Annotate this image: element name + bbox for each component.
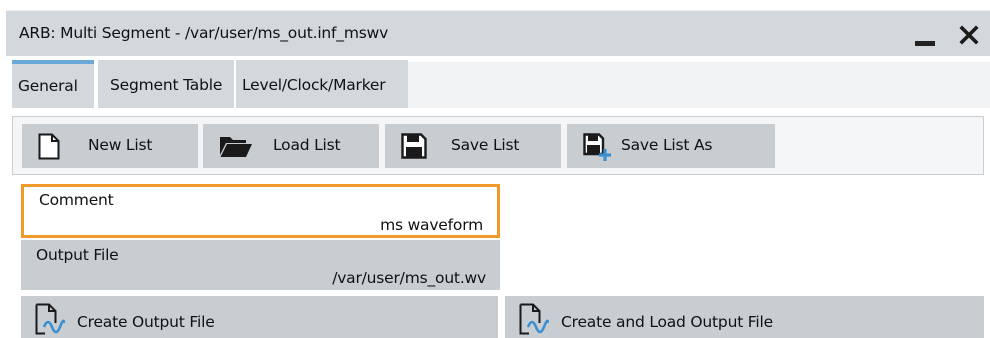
load-list-label: Load List — [273, 136, 341, 154]
window-title: ARB: Multi Segment - /var/user/ms_out.in… — [19, 24, 389, 42]
new-list-button[interactable]: New List — [22, 124, 198, 168]
output-file-field[interactable]: Output File /var/user/ms_out.wv — [21, 240, 500, 290]
comment-label: Comment — [39, 191, 114, 209]
create-and-load-output-file-button[interactable]: Create and Load Output File — [505, 296, 984, 338]
waveform-file-icon — [519, 303, 549, 335]
floppy-disk-icon — [401, 133, 427, 159]
new-document-icon — [38, 133, 60, 160]
new-list-label: New List — [88, 136, 153, 154]
save-list-as-button[interactable]: Save List As — [567, 124, 775, 168]
comment-field[interactable]: Comment ms waveform — [21, 184, 500, 238]
minimize-button[interactable] — [908, 19, 942, 49]
tab-general[interactable]: General — [12, 60, 94, 108]
folder-open-icon — [220, 137, 252, 157]
save-list-as-label: Save List As — [621, 136, 713, 154]
tab-segment-table[interactable]: Segment Table — [98, 60, 234, 108]
create-and-load-output-file-label: Create and Load Output File — [561, 313, 773, 331]
create-output-file-button[interactable]: Create Output File — [21, 296, 498, 338]
title-bar: ARB: Multi Segment - /var/user/ms_out.in… — [6, 10, 990, 56]
close-icon — [959, 25, 979, 45]
comment-value: ms waveform — [380, 216, 483, 234]
tab-level-clock-marker[interactable]: Level/Clock/Marker — [236, 60, 408, 108]
tab-bar-filler — [408, 62, 990, 108]
create-output-file-label: Create Output File — [77, 313, 215, 331]
save-list-button[interactable]: Save List — [385, 124, 561, 168]
arb-multi-segment-dialog: ARB: Multi Segment - /var/user/ms_out.in… — [0, 0, 990, 338]
floppy-disk-plus-icon — [583, 133, 611, 161]
tab-bar: General Segment Table Level/Clock/Marker — [12, 56, 990, 108]
list-toolbar: New List Load List Save List Save List A… — [12, 116, 984, 175]
minimize-icon — [915, 41, 935, 46]
close-button[interactable] — [954, 17, 984, 49]
save-list-label: Save List — [451, 136, 520, 154]
waveform-file-icon — [35, 303, 65, 335]
output-file-label: Output File — [36, 246, 119, 264]
output-file-value: /var/user/ms_out.wv — [332, 269, 486, 287]
load-list-button[interactable]: Load List — [203, 124, 379, 168]
